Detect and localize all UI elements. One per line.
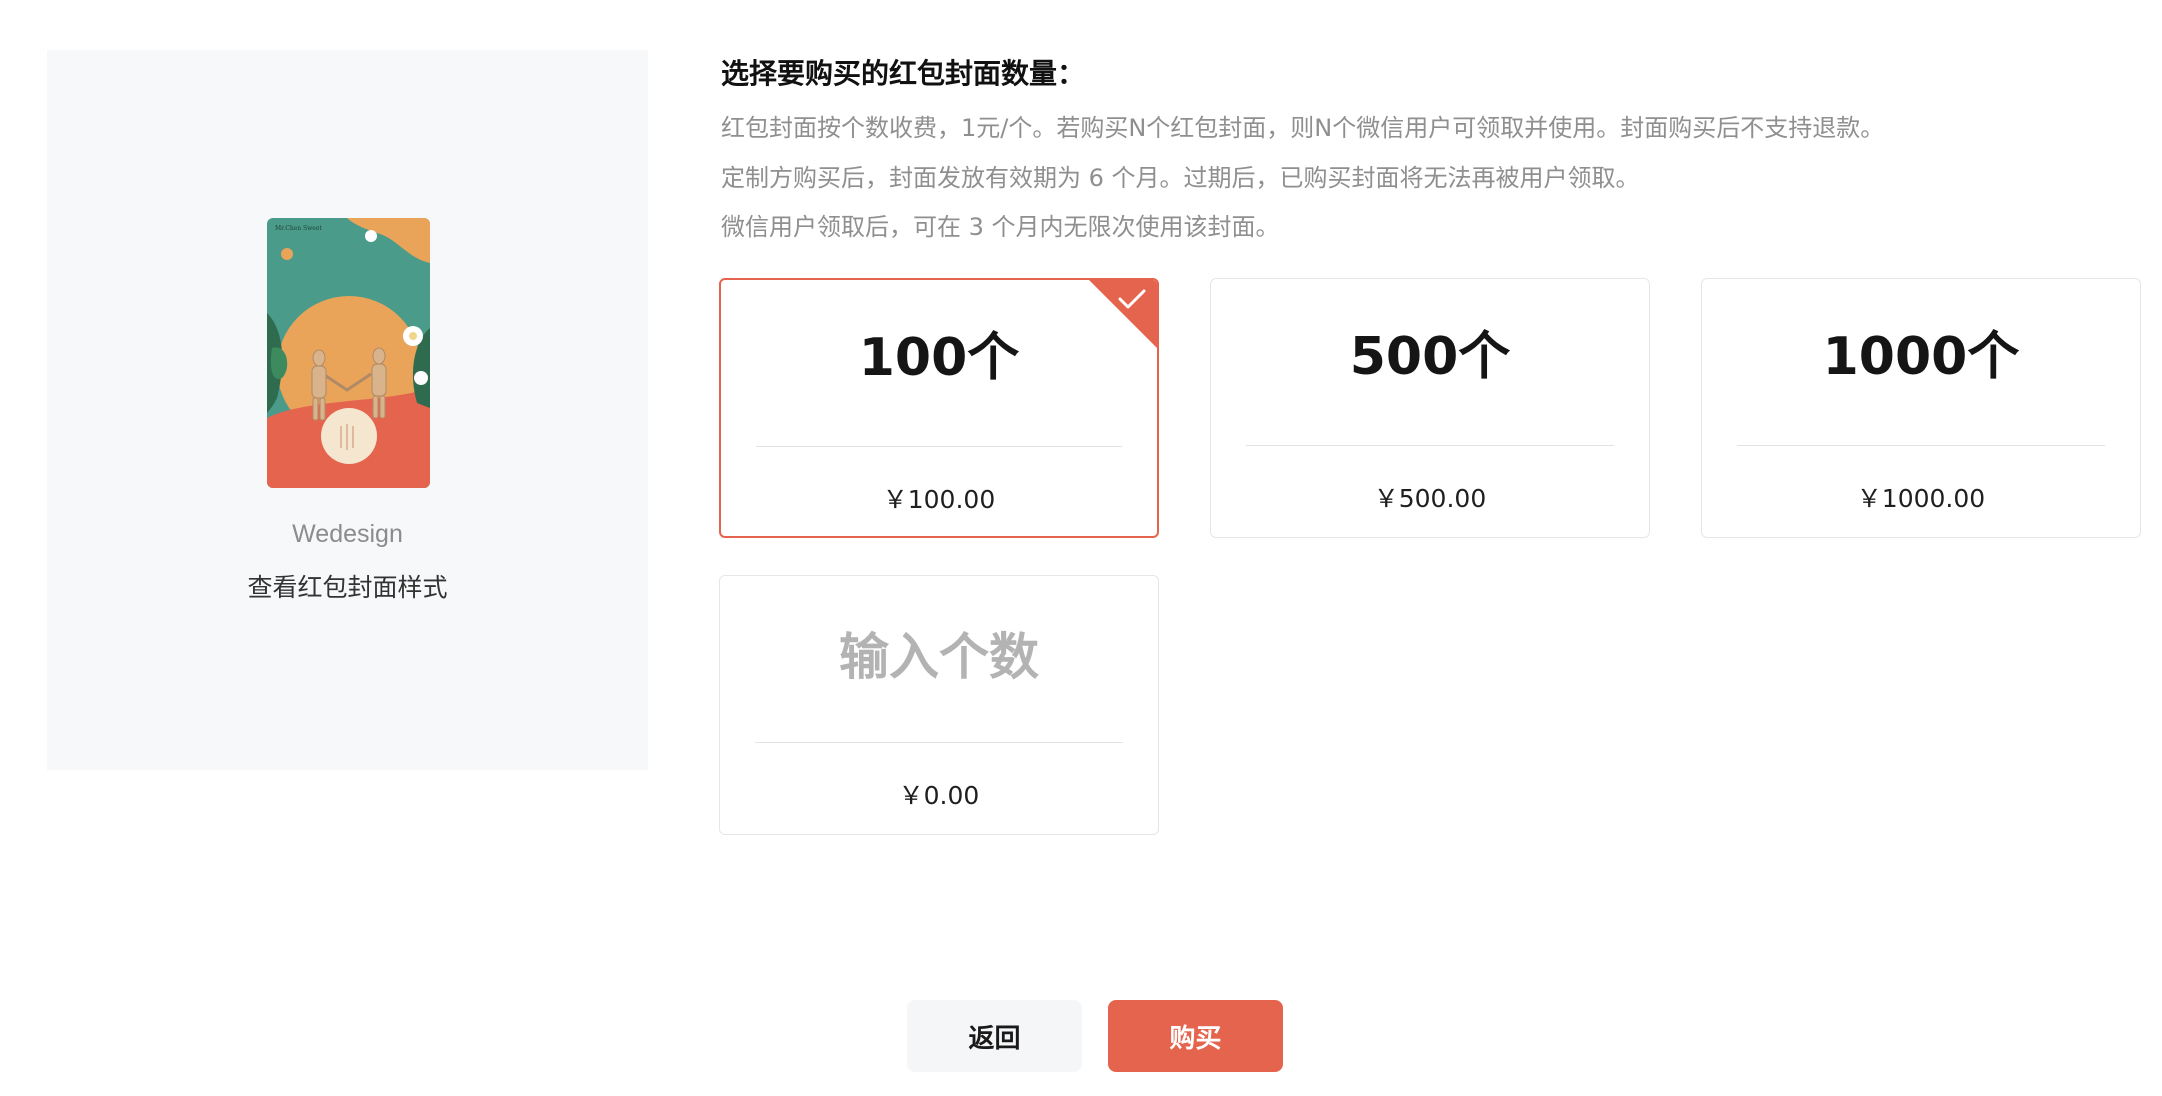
description-line: 定制方购买后，封面发放有效期为 6 个月。过期后，已购买封面将无法再被用户领取。: [721, 164, 1640, 192]
description-line: 红包封面按个数收费，1元/个。若购买N个红包封面，则N个微信用户可领取并使用。封…: [721, 114, 1885, 142]
view-cover-style-link[interactable]: 查看红包封面样式: [47, 568, 648, 604]
cover-preview-panel: Mr.Chen Sweet Wedesign 查看红包封面样式: [47, 50, 648, 770]
option-quantity-label: 500个: [1349, 327, 1511, 387]
red-packet-cover-image[interactable]: Mr.Chen Sweet: [267, 218, 430, 488]
card-divider: [755, 742, 1123, 743]
option-price: ￥1000.00: [1856, 484, 1986, 513]
option-price: ￥500.00: [1373, 484, 1487, 513]
option-quantity-label: 1000个: [1822, 327, 2020, 387]
back-button[interactable]: 返回: [907, 1000, 1082, 1072]
custom-quantity-input[interactable]: [740, 626, 1138, 688]
option-price: ￥100.00: [882, 485, 996, 514]
card-divider: [756, 446, 1122, 447]
buy-button[interactable]: 购买: [1108, 1000, 1283, 1072]
cover-small-text: Mr.Chen Sweet: [275, 225, 322, 232]
option-quantity-label: 100个: [858, 328, 1020, 388]
quantity-option-custom[interactable]: ￥0.00: [719, 575, 1159, 835]
cover-illustration: Mr.Chen Sweet: [267, 218, 430, 488]
page: Mr.Chen Sweet Wedesign 查看红包封面样式 选择要购买的红包…: [0, 0, 2162, 1096]
quantity-option-1000[interactable]: 1000个 ￥1000.00: [1701, 278, 2141, 538]
card-divider: [1246, 445, 1614, 446]
quantity-option-500[interactable]: 500个 ￥500.00: [1210, 278, 1650, 538]
brand-name: Wedesign: [292, 520, 403, 548]
card-divider: [1737, 445, 2105, 446]
quantity-section-title: 选择要购买的红包封面数量：: [721, 57, 1086, 90]
description-line: 微信用户领取后，可在 3 个月内无限次使用该封面。: [721, 213, 1280, 241]
option-price: ￥0.00: [898, 781, 980, 810]
quantity-option-100[interactable]: 100个 ￥100.00: [719, 278, 1159, 538]
